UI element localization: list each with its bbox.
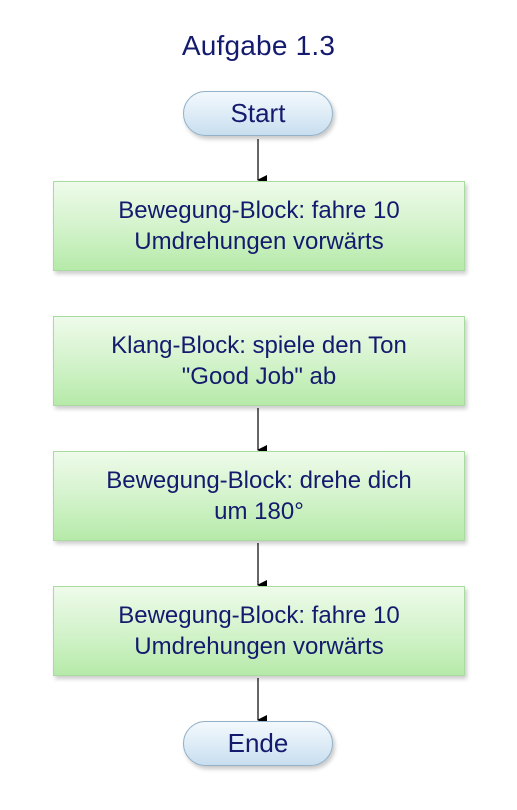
process-step-1: Bewegung-Block: fahre 10 Umdrehungen vor… <box>53 181 465 271</box>
step3-line2: um 180° <box>214 498 304 525</box>
step1-line1: Bewegung-Block: fahre 10 <box>118 197 400 224</box>
end-label: Ende <box>227 728 289 758</box>
step2-line1: Klang-Block: spiele den Ton <box>111 332 407 359</box>
step4-line2: Umdrehungen vorwärts <box>134 633 384 660</box>
end-node: Ende <box>183 721 333 766</box>
process-step-4: Bewegung-Block: fahre 10 Umdrehungen vor… <box>53 586 465 676</box>
step3-line1: Bewegung-Block: drehe dich <box>106 467 412 494</box>
start-node: Start <box>183 91 333 136</box>
step1-line2: Umdrehungen vorwärts <box>134 228 384 255</box>
process-step-2: Klang-Block: spiele den Ton "Good Job" a… <box>53 316 465 406</box>
step4-line1: Bewegung-Block: fahre 10 <box>118 602 400 629</box>
step2-line2: "Good Job" ab <box>181 363 337 390</box>
diagram-title: Aufgabe 1.3 <box>181 30 336 61</box>
start-label: Start <box>230 98 286 128</box>
process-step-3: Bewegung-Block: drehe dich um 180° <box>53 451 465 541</box>
